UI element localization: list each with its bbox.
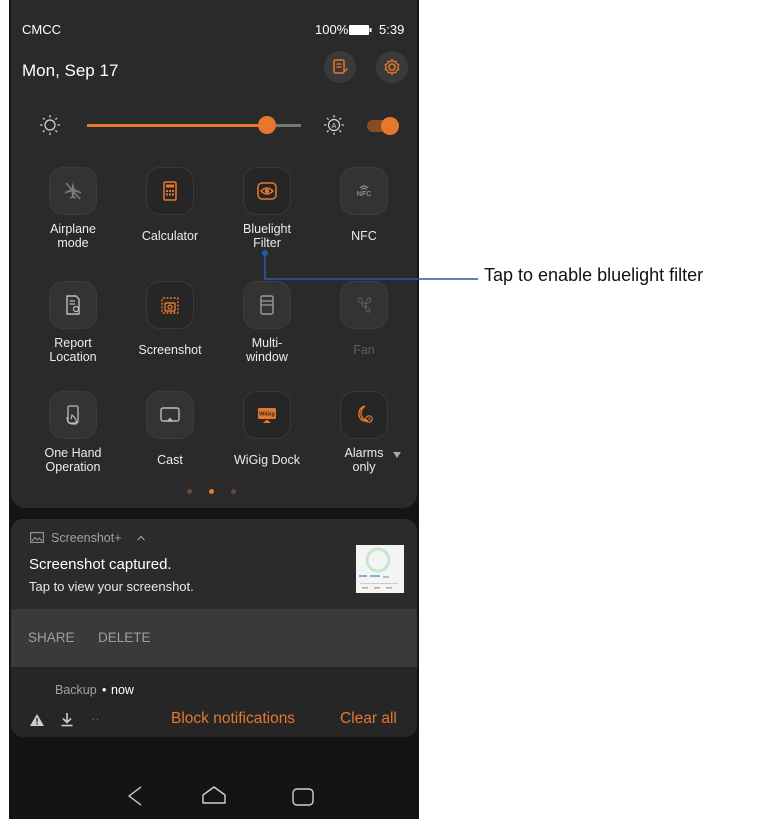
callout-label: Tap to enable bluelight filter xyxy=(484,265,704,285)
callout-line xyxy=(262,250,478,280)
